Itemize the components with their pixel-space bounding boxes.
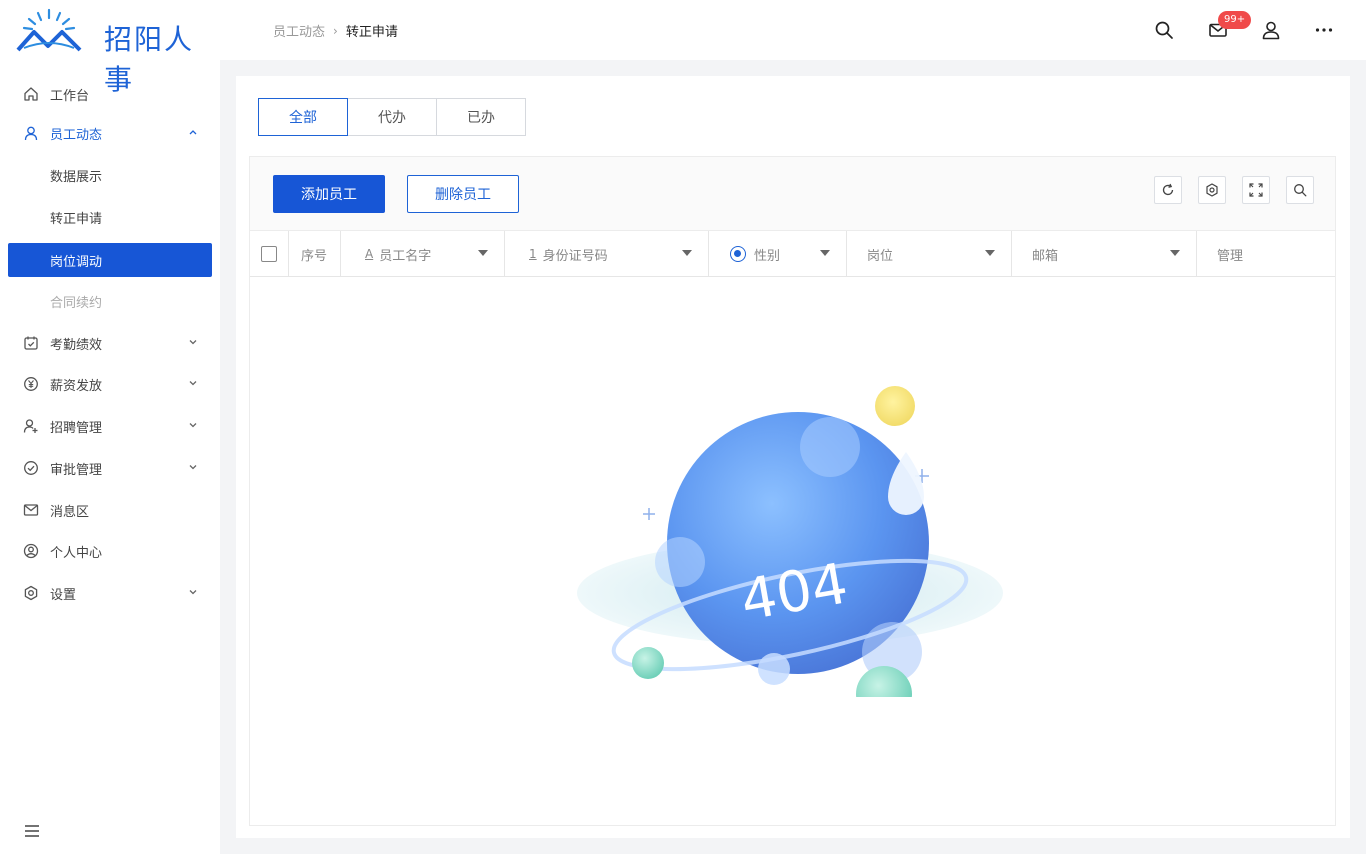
col-email[interactable]: 邮箱 [1012, 231, 1197, 277]
mail-icon [22, 501, 40, 519]
sidebar-subitem-data-display[interactable]: 数据展示 [8, 158, 212, 192]
caret-down-icon[interactable] [478, 250, 488, 256]
table-toolbar: 添加员工 删除员工 [250, 157, 1335, 231]
table-header: 序号 A 员工名字 1 身份证号码 性别 岗位 邮箱 管理 [250, 231, 1335, 277]
yen-icon [22, 375, 40, 393]
sidebar-item-label: 消息区 [50, 504, 90, 520]
sidebar-subitem-position-transfer[interactable]: 岗位调动 [8, 243, 212, 277]
sidebar-item-workbench[interactable]: 工作台 [8, 77, 212, 111]
breadcrumb-parent[interactable]: 员工动态 [273, 21, 325, 40]
caret-down-icon[interactable] [1170, 250, 1180, 256]
chevron-down-icon [188, 586, 198, 601]
delete-employee-button[interactable]: 删除员工 [407, 175, 519, 213]
user-add-icon [22, 417, 40, 435]
sidebar-subitem-label: 合同续约 [50, 295, 103, 311]
chevron-down-icon [188, 336, 198, 351]
more-icon[interactable] [1312, 18, 1336, 42]
sidebar-item-label: 工作台 [50, 88, 90, 104]
tab-group: 全部 代办 已办 [258, 98, 526, 136]
sidebar-item-label: 审批管理 [50, 462, 103, 478]
number-type-icon: 1 [529, 247, 537, 261]
fullscreen-icon[interactable] [1242, 176, 1270, 204]
settings-icon [22, 584, 40, 602]
content-card: 全部 代办 已办 添加员工 删除员工 序号 A 员工名字 1 身份证号码 性别 … [236, 76, 1350, 838]
search-icon[interactable] [1152, 18, 1176, 42]
profile-icon [22, 542, 40, 560]
caret-down-icon[interactable] [820, 250, 830, 256]
tab-done[interactable]: 已办 [436, 98, 526, 136]
sidebar-subitem-label: 数据展示 [50, 169, 103, 185]
col-label: 邮箱 [1032, 248, 1059, 264]
sidebar-item-settings[interactable]: 设置 [8, 576, 212, 610]
sidebar-item-employee-dynamics[interactable]: 员工动态 [8, 116, 212, 150]
col-label: 序号 [301, 248, 328, 264]
sidebar-item-approval[interactable]: 审批管理 [8, 451, 212, 485]
chevron-up-icon [188, 126, 198, 141]
breadcrumb-separator-icon: › [333, 23, 338, 38]
sidebar-item-profile[interactable]: 个人中心 [8, 534, 212, 568]
tab-pending[interactable]: 代办 [347, 98, 437, 136]
sidebar: 招阳人事 工作台 员工动态 数据展示 转正申请 岗位调动 合同续约 考勤绩效 薪… [0, 0, 220, 854]
sidebar-item-label: 个人中心 [50, 545, 103, 561]
top-header: 员工动态 › 转正申请 99+ [220, 0, 1366, 60]
sidebar-item-label: 设置 [50, 587, 77, 603]
breadcrumb: 员工动态 › 转正申请 [273, 21, 398, 41]
home-icon [22, 85, 40, 103]
col-manage[interactable]: 管理 [1197, 231, 1337, 277]
col-label: 身份证号码 [542, 248, 608, 264]
caret-down-icon[interactable] [682, 250, 692, 256]
empty-404-illustration: 404 [577, 386, 1003, 697]
sidebar-item-attendance[interactable]: 考勤绩效 [8, 326, 212, 360]
text-type-icon: A [365, 247, 374, 261]
add-employee-button[interactable]: 添加员工 [273, 175, 385, 213]
col-label: 员工名字 [379, 248, 432, 264]
menu-collapse-icon[interactable] [24, 824, 40, 842]
sidebar-item-messages[interactable]: 消息区 [8, 493, 212, 527]
sidebar-subitem-label: 转正申请 [50, 211, 103, 227]
col-employee-name[interactable]: A 员工名字 [341, 231, 505, 277]
logo: 招阳人事 [14, 6, 220, 96]
user-icon[interactable] [1259, 18, 1283, 42]
col-id-number[interactable]: 1 身份证号码 [505, 231, 709, 277]
chevron-down-icon [188, 377, 198, 392]
col-label: 性别 [754, 248, 781, 264]
sidebar-subitem-regularization[interactable]: 转正申请 [8, 200, 212, 234]
calendar-check-icon [22, 334, 40, 352]
col-gender[interactable]: 性别 [709, 231, 847, 277]
notification-badge: 99+ [1218, 11, 1252, 29]
sidebar-subitem-label: 岗位调动 [50, 254, 103, 270]
sidebar-item-label: 员工动态 [50, 127, 103, 143]
sidebar-item-recruitment[interactable]: 招聘管理 [8, 409, 212, 443]
col-position[interactable]: 岗位 [847, 231, 1012, 277]
radio-type-icon [730, 246, 746, 262]
sidebar-item-salary[interactable]: 薪资发放 [8, 367, 212, 401]
select-all-cell [250, 231, 289, 277]
sidebar-subitem-contract-renewal[interactable]: 合同续约 [8, 284, 212, 318]
col-label: 岗位 [867, 248, 894, 264]
caret-down-icon[interactable] [985, 250, 995, 256]
search-icon[interactable] [1286, 176, 1314, 204]
settings-icon[interactable] [1198, 176, 1226, 204]
breadcrumb-current: 转正申请 [345, 25, 398, 40]
col-index[interactable]: 序号 [289, 231, 341, 277]
select-all-checkbox[interactable] [261, 246, 277, 262]
chevron-down-icon [188, 419, 198, 434]
employee-table: 添加员工 删除员工 序号 A 员工名字 1 身份证号码 性别 岗位 邮箱 管理 … [249, 156, 1336, 826]
tab-all[interactable]: 全部 [258, 98, 348, 136]
sidebar-item-label: 考勤绩效 [50, 337, 103, 353]
chevron-down-icon [188, 461, 198, 476]
sidebar-item-label: 薪资发放 [50, 378, 103, 394]
logo-icon [16, 8, 82, 52]
col-label: 管理 [1217, 248, 1244, 264]
user-icon [22, 124, 40, 142]
check-circle-icon [22, 459, 40, 477]
sidebar-item-label: 招聘管理 [50, 420, 103, 436]
refresh-icon[interactable] [1154, 176, 1182, 204]
